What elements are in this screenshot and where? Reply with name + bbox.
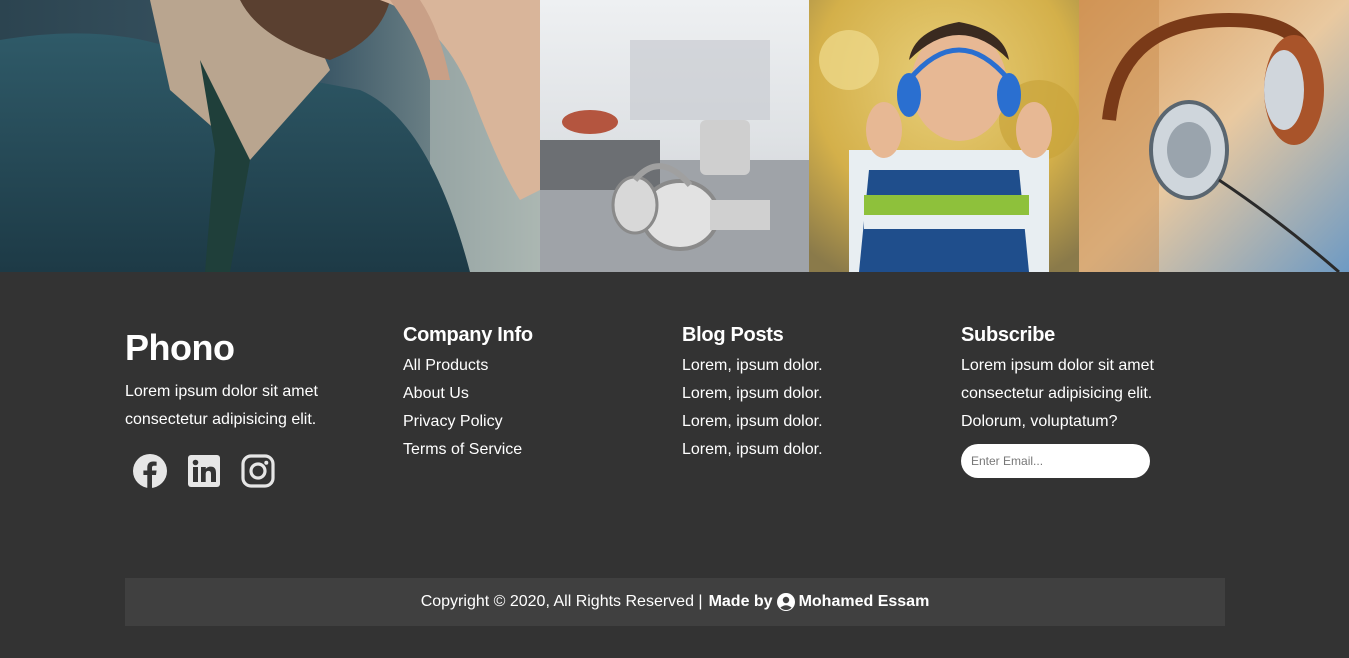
footer-subscribe-column: Subscribe Lorem ipsum dolor sit amet con… xyxy=(961,322,1201,478)
company-links: All Products About Us Privacy Policy Ter… xyxy=(403,352,653,464)
made-by-label: Made by xyxy=(708,593,773,610)
company-heading: Company Info xyxy=(403,324,533,346)
gallery-photo-headphones-closeup xyxy=(1079,0,1349,272)
linkedin-icon[interactable] xyxy=(187,454,221,488)
blog-heading: Blog Posts xyxy=(682,324,784,346)
link-all-products[interactable]: All Products xyxy=(403,352,653,380)
social-links xyxy=(133,454,375,488)
brand-name[interactable]: Phono xyxy=(125,328,375,368)
facebook-icon[interactable] xyxy=(133,454,167,488)
email-input[interactable] xyxy=(961,444,1150,478)
blog-links: Lorem, ipsum dolor. Lorem, ipsum dolor. … xyxy=(682,352,932,464)
user-circle-icon xyxy=(776,593,795,611)
gallery-photo-child-headphones xyxy=(809,0,1079,272)
brand-description: Lorem ipsum dolor sit amet consectetur a… xyxy=(125,383,318,428)
blog-post-link[interactable]: Lorem, ipsum dolor. xyxy=(682,408,932,436)
link-privacy-policy[interactable]: Privacy Policy xyxy=(403,408,653,436)
blog-post-link[interactable]: Lorem, ipsum dolor. xyxy=(682,436,932,464)
footer-company-column: Company Info All Products About Us Priva… xyxy=(403,322,653,464)
link-terms-of-service[interactable]: Terms of Service xyxy=(403,436,653,464)
footer-blog-column: Blog Posts Lorem, ipsum dolor. Lorem, ip… xyxy=(682,322,932,464)
subscribe-description: Lorem ipsum dolor sit amet consectetur a… xyxy=(961,357,1154,430)
blog-post-link[interactable]: Lorem, ipsum dolor. xyxy=(682,380,932,408)
link-about-us[interactable]: About Us xyxy=(403,380,653,408)
site-footer: Phono Lorem ipsum dolor sit amet consect… xyxy=(0,272,1349,658)
subscribe-heading: Subscribe xyxy=(961,324,1055,346)
gallery-photo-desk-headphones xyxy=(540,0,809,272)
author-name[interactable]: Mohamed Essam xyxy=(799,593,930,611)
footer-brand-column: Phono Lorem ipsum dolor sit amet consect… xyxy=(125,322,375,488)
instagram-icon[interactable] xyxy=(241,454,275,488)
copyright-text: Copyright © 2020, All Rights Reserved | xyxy=(420,593,703,610)
gallery-photo-man xyxy=(0,0,540,272)
copyright-bar: Copyright © 2020, All Rights Reserved | … xyxy=(125,578,1225,626)
photo-gallery xyxy=(0,0,1349,272)
blog-post-link[interactable]: Lorem, ipsum dolor. xyxy=(682,352,932,380)
